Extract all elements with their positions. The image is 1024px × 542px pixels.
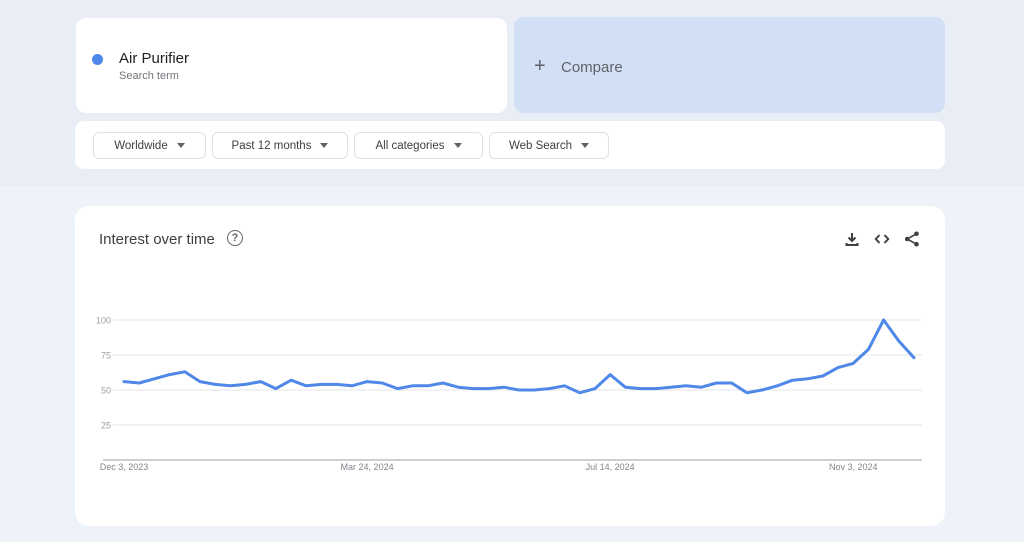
caret-down-icon: [320, 143, 329, 148]
filter-category-label: All categories: [375, 139, 445, 152]
caret-down-icon: [176, 143, 185, 148]
filter-time-dropdown[interactable]: Past 12 months: [212, 132, 348, 159]
filter-region-label: Worldwide: [114, 139, 168, 152]
series-color-dot-icon: [92, 54, 103, 65]
filter-search-type-label: Web Search: [508, 139, 573, 152]
filter-region-dropdown[interactable]: Worldwide: [93, 132, 206, 159]
interest-over-time-card: [75, 206, 945, 526]
caret-down-icon: [453, 143, 462, 148]
download-icon[interactable]: [843, 230, 861, 248]
share-icon[interactable]: [903, 230, 921, 248]
caret-down-icon: [581, 143, 590, 148]
plus-icon: +: [534, 55, 546, 77]
search-term-label[interactable]: Air Purifier: [119, 50, 189, 67]
help-icon[interactable]: ?: [227, 230, 243, 246]
filter-category-dropdown[interactable]: All categories: [354, 132, 483, 159]
search-term-sublabel: Search term: [119, 70, 179, 82]
chart-title: Interest over time: [99, 231, 215, 248]
embed-code-icon[interactable]: [873, 230, 891, 248]
compare-label[interactable]: Compare: [561, 59, 623, 76]
filter-search-type-dropdown[interactable]: Web Search: [489, 132, 609, 159]
filter-time-label: Past 12 months: [231, 139, 312, 152]
